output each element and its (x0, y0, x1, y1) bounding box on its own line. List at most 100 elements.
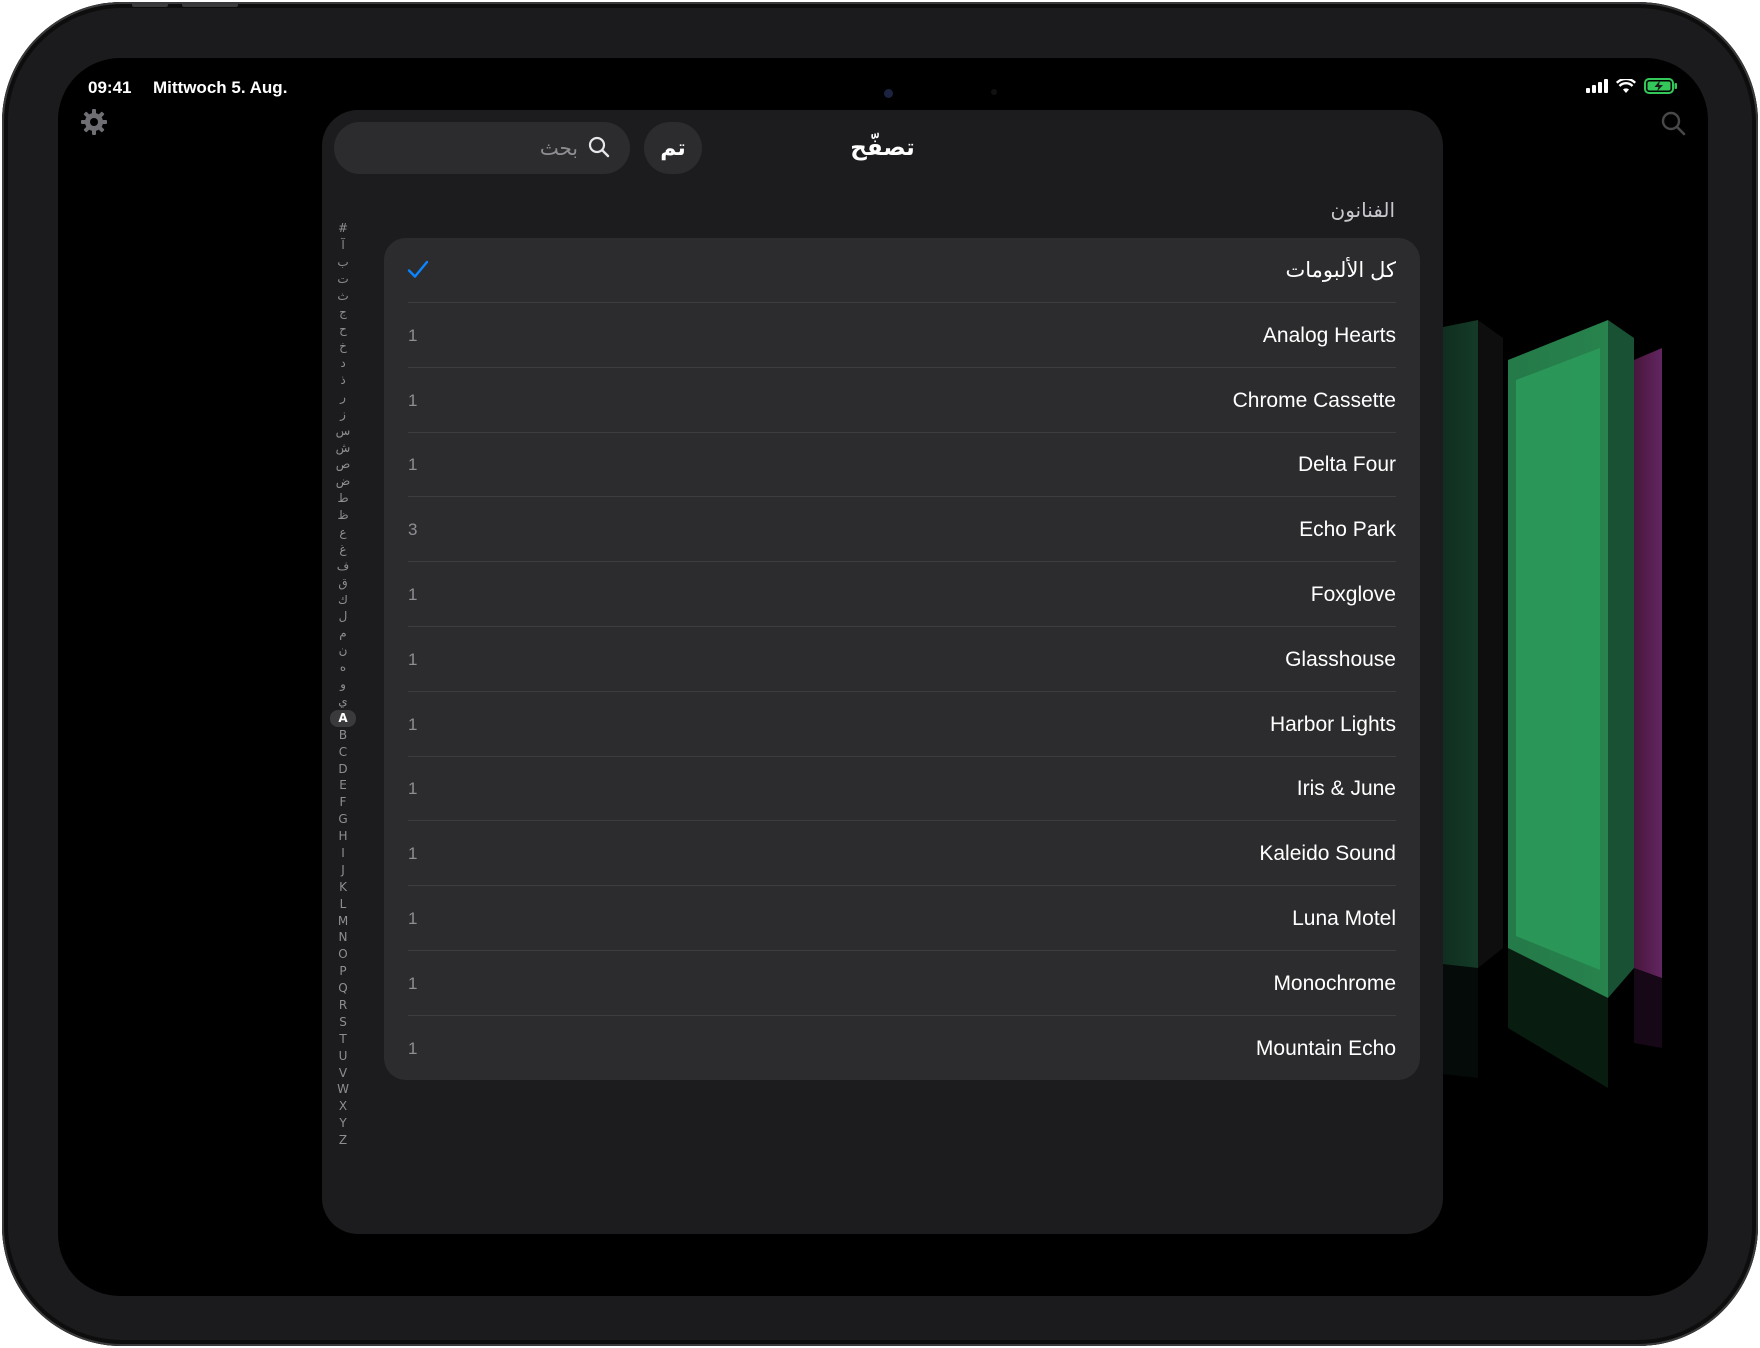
index-letter[interactable]: ض (330, 473, 356, 490)
list-item[interactable]: Iris & June 1 (384, 756, 1420, 822)
index-letter[interactable]: E (330, 777, 356, 794)
index-letter[interactable]: ي (330, 693, 356, 710)
list-item[interactable]: Glasshouse 1 (384, 627, 1420, 692)
list-item[interactable]: كل الألبومات (384, 238, 1420, 303)
index-letter[interactable]: ر (330, 389, 356, 406)
artist-name: Delta Four (1297, 453, 1396, 477)
volume-button (132, 2, 168, 7)
list-item[interactable]: Analog Hearts 1 (384, 303, 1420, 368)
index-letter[interactable]: W (330, 1081, 356, 1098)
list-item[interactable]: Mountain Echo 1 (384, 1016, 1420, 1080)
index-letter[interactable]: ش (330, 440, 356, 457)
index-letter[interactable]: I (330, 845, 356, 862)
index-letter[interactable]: L (330, 896, 356, 913)
artist-name: Iris & June (1296, 777, 1396, 801)
album-count: 1 (408, 779, 418, 799)
gear-icon[interactable] (80, 108, 108, 136)
index-letter[interactable]: ذ (330, 372, 356, 389)
index-letter[interactable]: ق (330, 575, 356, 592)
index-letter[interactable]: R (330, 997, 356, 1014)
index-letter[interactable]: O (330, 946, 356, 963)
album-count: 1 (408, 390, 418, 410)
cellular-signal-icon (1586, 79, 1608, 93)
list-item[interactable]: Foxglove 1 (384, 562, 1420, 627)
index-letter[interactable]: U (330, 1048, 356, 1065)
album-count: 1 (408, 973, 418, 993)
list-item[interactable]: Harbor Lights 1 (384, 692, 1420, 757)
list-item[interactable]: Luna Motel 1 (384, 886, 1420, 951)
list-item[interactable]: Chrome Cassette 1 (384, 368, 1420, 433)
index-letter[interactable]: F (330, 794, 356, 811)
index-letter[interactable]: Z (330, 1132, 356, 1149)
list-item[interactable]: Monochrome 1 (384, 951, 1420, 1016)
index-letter[interactable]: ن (330, 642, 356, 659)
album-count: 1 (408, 844, 418, 864)
index-letter[interactable]: و (330, 676, 356, 693)
artist-name: Harbor Lights (1269, 712, 1396, 736)
album-count: 1 (408, 585, 418, 604)
search-icon[interactable] (1660, 110, 1686, 136)
index-letter[interactable]: T (330, 1031, 356, 1048)
index-letter[interactable]: ف (330, 558, 356, 575)
index-letter[interactable]: ع (330, 524, 356, 541)
search-icon (588, 136, 610, 158)
artist-name: كل الألبومات (1285, 259, 1396, 282)
artist-name: Foxglove (1310, 583, 1396, 606)
status-bar: 09:41 Mittwoch 5. Aug. (88, 68, 1678, 104)
checkmark-icon (407, 260, 429, 278)
artist-name: Chrome Cassette (1232, 388, 1396, 412)
index-letter[interactable]: ت (330, 271, 356, 288)
index-letter[interactable]: ص (330, 456, 356, 473)
index-letter[interactable]: آ (330, 237, 356, 254)
section-index[interactable]: # آ ب ت ث ج ح خ د ذ ر ز س ش ص ض ط ظ ع غ ف ق ك ل م ن ه و ي A B C D E F G H I J K… (330, 220, 356, 1149)
section-header-artists: الفنانون (1330, 200, 1395, 222)
index-letter[interactable]: X (330, 1098, 356, 1115)
index-letter[interactable]: G (330, 811, 356, 828)
volume-button (182, 2, 238, 7)
album-cover (1634, 348, 1662, 978)
index-letter[interactable]: V (330, 1065, 356, 1082)
index-letter[interactable]: ل (330, 608, 356, 625)
index-letter[interactable]: # (330, 220, 356, 237)
index-letter[interactable]: B (330, 727, 356, 744)
index-letter[interactable]: م (330, 625, 356, 642)
index-letter[interactable]: ح (330, 321, 356, 338)
index-letter[interactable]: ط (330, 490, 356, 507)
index-letter[interactable]: S (330, 1014, 356, 1031)
index-letter[interactable]: C (330, 744, 356, 761)
search-input[interactable]: بحث (334, 122, 630, 174)
list-item[interactable]: Delta Four 1 (384, 432, 1420, 498)
index-letter[interactable]: M (330, 913, 356, 930)
album-count: 1 (408, 455, 418, 475)
index-letter[interactable]: د (330, 355, 356, 372)
index-letter[interactable]: Q (330, 980, 356, 997)
artist-name: Mountain Echo (1255, 1036, 1396, 1060)
index-letter[interactable]: P (330, 963, 356, 980)
index-letter[interactable]: ه (330, 659, 356, 676)
album-count: 1 (408, 714, 418, 734)
index-letter[interactable]: ظ (330, 507, 356, 524)
index-letter[interactable]: J (330, 862, 356, 879)
index-letter[interactable]: ج (330, 304, 356, 321)
index-letter[interactable]: غ (330, 541, 356, 558)
index-letter[interactable]: ب (330, 254, 356, 271)
done-button[interactable]: تم (644, 122, 702, 174)
album-count: 1 (408, 1038, 418, 1058)
index-letter[interactable]: K (330, 879, 356, 896)
index-letter[interactable]: ز (330, 406, 356, 423)
index-letter[interactable]: N (330, 929, 356, 946)
artist-name: Kaleido Sound (1259, 842, 1396, 866)
index-letter[interactable]: خ (330, 338, 356, 355)
status-time: 09:41 (88, 78, 132, 97)
index-letter[interactable]: A (330, 709, 356, 727)
index-letter[interactable]: ك (330, 592, 356, 609)
index-letter[interactable]: D (330, 761, 356, 778)
list-item[interactable]: Kaleido Sound 1 (384, 821, 1420, 887)
ipad-device-frame: 09:41 Mittwoch 5. Aug. تصفّح تم بحث الفن… (2, 2, 1758, 1346)
index-letter[interactable]: H (330, 828, 356, 845)
index-letter[interactable]: ث (330, 288, 356, 305)
artist-name: Luna Motel (1292, 907, 1396, 930)
index-letter[interactable]: س (330, 423, 356, 440)
list-item[interactable]: Echo Park 3 (384, 497, 1420, 563)
index-letter[interactable]: Y (330, 1115, 356, 1132)
